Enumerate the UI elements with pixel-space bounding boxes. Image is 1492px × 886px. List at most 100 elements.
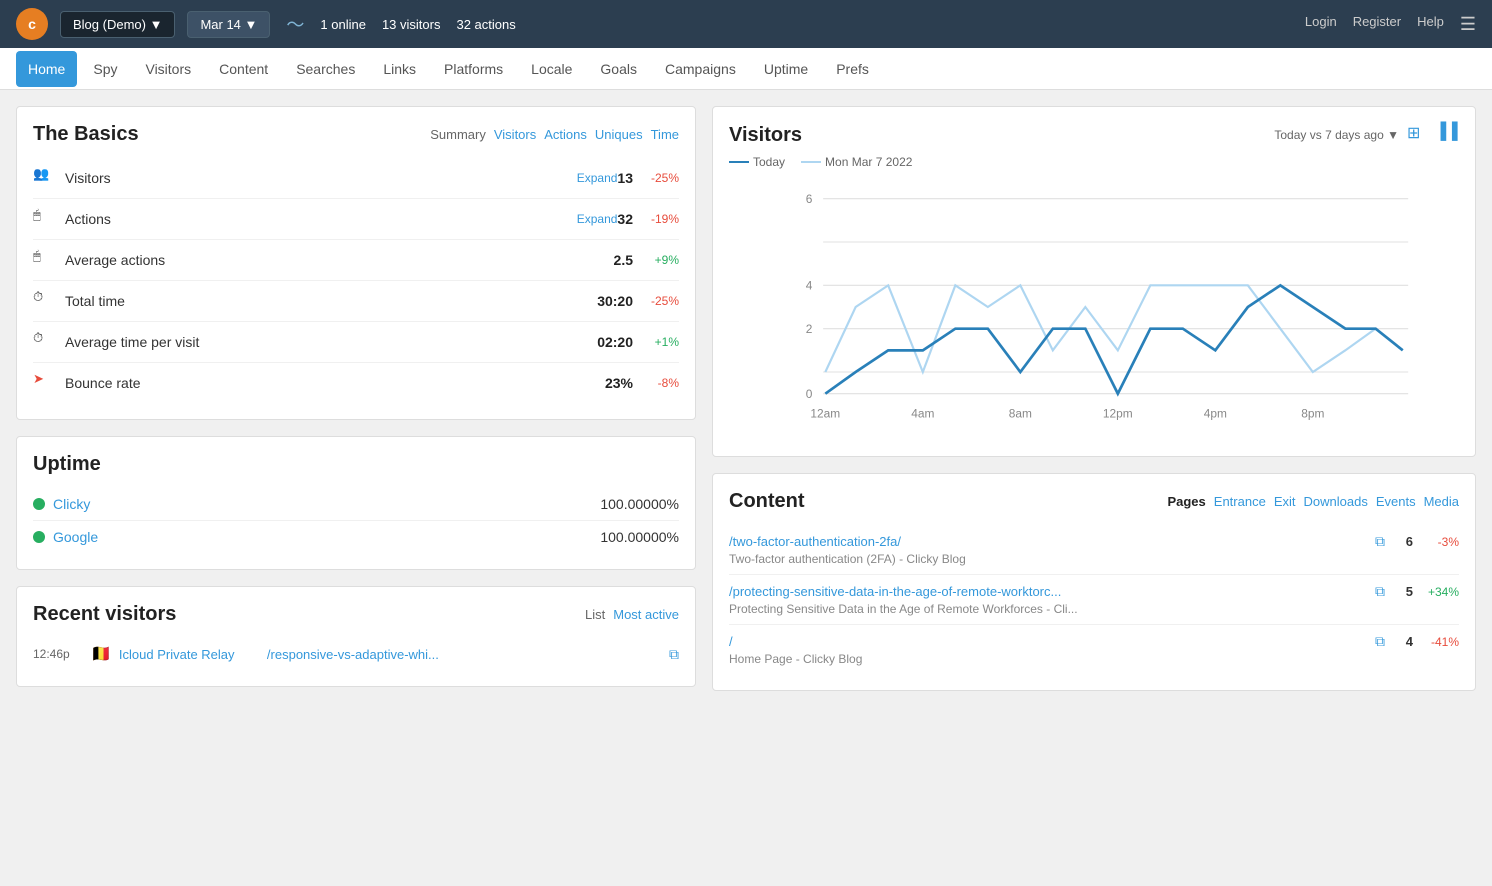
nav-campaigns[interactable]: Campaigns (653, 51, 748, 87)
uptime-panel: Uptime Clicky 100.00000% Google 100.0000… (16, 436, 696, 570)
content-tab-events[interactable]: Events (1376, 494, 1416, 509)
content-change-1: -3% (1421, 535, 1459, 549)
visitors-chart-panel: Visitors Today vs 7 days ago ▼ ⊞ ▐▐ Toda… (712, 106, 1476, 457)
visitors-value: 13 (617, 170, 633, 186)
content-item-2: /protecting-sensitive-data-in-the-age-of… (729, 575, 1459, 625)
nav-visitors[interactable]: Visitors (133, 51, 203, 87)
register-link[interactable]: Register (1353, 14, 1401, 35)
bounce-change: -8% (641, 376, 679, 390)
left-column: The Basics Summary Visitors Actions Uniq… (16, 106, 696, 691)
bounce-label: Bounce rate (65, 375, 605, 391)
content-tab-entrance[interactable]: Entrance (1214, 494, 1266, 509)
online-count: 1 online (320, 17, 366, 32)
avg-actions-change: +9% (641, 253, 679, 267)
nav-home[interactable]: Home (16, 51, 77, 87)
svg-text:12pm: 12pm (1103, 407, 1133, 421)
uptime-title: Uptime (33, 453, 679, 476)
nav-goals[interactable]: Goals (588, 51, 649, 87)
actions-expand[interactable]: Expand (577, 212, 618, 226)
visitors-icon: 👥 (33, 166, 57, 190)
live-stats: 1 online 13 visitors 32 actions (320, 17, 515, 32)
content-tab-downloads[interactable]: Downloads (1304, 494, 1368, 509)
logo-button[interactable]: c (16, 8, 48, 40)
time-tab-link[interactable]: Time (651, 127, 679, 142)
visitors-expand[interactable]: Expand (577, 171, 618, 185)
top-nav-right: Login Register Help ☰ (1305, 14, 1476, 35)
visitors-label: Visitors (65, 170, 571, 186)
content-link-1[interactable]: /two-factor-authentication-2fa/ (729, 534, 1367, 549)
hamburger-menu-icon[interactable]: ☰ (1460, 14, 1476, 35)
content-link-2[interactable]: /protecting-sensitive-data-in-the-age-of… (729, 584, 1367, 599)
content-tab-pages[interactable]: Pages (1167, 494, 1205, 509)
summary-label: Summary (430, 127, 486, 142)
metric-avg-time: ⏱ Average time per visit 02:20 +1% (33, 322, 679, 363)
content-change-3: -41% (1421, 635, 1459, 649)
nav-searches[interactable]: Searches (284, 51, 367, 87)
metric-actions: 🖱 Actions Expand 32 -19% (33, 199, 679, 240)
content-tabs: Pages Entrance Exit Downloads Events Med… (1167, 494, 1459, 509)
line-chart-icon[interactable]: ⊞ (1407, 123, 1431, 147)
sub-navigation: Home Spy Visitors Content Searches Links… (0, 48, 1492, 90)
legend-today: Today (729, 155, 785, 169)
visitor-name[interactable]: Icloud Private Relay (119, 647, 259, 662)
actions-value: 32 (617, 211, 633, 227)
nav-content[interactable]: Content (207, 51, 280, 87)
clicky-uptime: 100.00000% (600, 496, 679, 512)
bounce-icon: ➤ (33, 371, 57, 395)
google-label[interactable]: Google (53, 529, 600, 545)
content-desc-2: Protecting Sensitive Data in the Age of … (729, 602, 1459, 616)
clicky-label[interactable]: Clicky (53, 496, 600, 512)
chart-toggle-icon[interactable]: 〜 (282, 7, 308, 41)
basics-panel: The Basics Summary Visitors Actions Uniq… (16, 106, 696, 420)
compare-selector[interactable]: Today vs 7 days ago ▼ (1274, 128, 1399, 142)
recent-title: Recent visitors (33, 603, 176, 626)
content-row-2: /protecting-sensitive-data-in-the-age-of… (729, 583, 1459, 600)
content-link-3[interactable]: / (729, 634, 1367, 649)
actions-tab-link[interactable]: Actions (544, 127, 587, 142)
visitors-tab-link[interactable]: Visitors (494, 127, 536, 142)
total-time-icon: ⏱ (33, 289, 57, 313)
content-tab-media[interactable]: Media (1424, 494, 1459, 509)
google-uptime: 100.00000% (600, 529, 679, 545)
content-icon-1: ⧉ (1375, 533, 1385, 550)
avg-actions-label: Average actions (65, 252, 614, 268)
nav-locale[interactable]: Locale (519, 51, 584, 87)
site-selector[interactable]: Blog (Demo) ▼ (60, 11, 175, 38)
actions-icon: 🖱 (33, 207, 57, 231)
total-time-change: -25% (641, 294, 679, 308)
svg-text:12am: 12am (810, 407, 840, 421)
visitor-page-icon: ⧉ (669, 646, 679, 663)
bar-chart-icon[interactable]: ▐▐ (1435, 123, 1459, 147)
nav-links[interactable]: Links (371, 51, 428, 87)
nav-spy[interactable]: Spy (81, 51, 129, 87)
uniques-tab-link[interactable]: Uniques (595, 127, 643, 142)
actions-count: 32 actions (456, 17, 515, 32)
visitor-flag: 🇧🇪 (91, 644, 111, 664)
legend-today-label: Today (753, 155, 785, 169)
date-selector[interactable]: Mar 14 ▼ (187, 11, 270, 38)
legend-prev: Mon Mar 7 2022 (801, 155, 912, 169)
avg-actions-value: 2.5 (614, 252, 633, 268)
content-item-3: / ⧉ 4 -41% Home Page - Clicky Blog (729, 625, 1459, 674)
list-label[interactable]: List (585, 607, 605, 622)
content-header: Content Pages Entrance Exit Downloads Ev… (729, 490, 1459, 513)
most-active-label[interactable]: Most active (613, 607, 679, 622)
avg-time-icon: ⏱ (33, 330, 57, 354)
svg-text:4am: 4am (911, 407, 934, 421)
chart-legend: Today Mon Mar 7 2022 (729, 155, 1459, 169)
nav-uptime[interactable]: Uptime (752, 51, 820, 87)
content-tab-exit[interactable]: Exit (1274, 494, 1296, 509)
visitor-page-link[interactable]: /responsive-vs-adaptive-whi... (267, 647, 661, 662)
nav-prefs[interactable]: Prefs (824, 51, 881, 87)
nav-platforms[interactable]: Platforms (432, 51, 515, 87)
help-link[interactable]: Help (1417, 14, 1444, 35)
svg-text:2: 2 (806, 322, 813, 336)
avg-time-label: Average time per visit (65, 334, 597, 350)
uptime-clicky: Clicky 100.00000% (33, 488, 679, 521)
login-link[interactable]: Login (1305, 14, 1337, 35)
content-icon-3: ⧉ (1375, 633, 1385, 650)
recent-links: List Most active (585, 607, 679, 622)
metric-total-time: ⏱ Total time 30:20 -25% (33, 281, 679, 322)
visitors-count: 13 visitors (382, 17, 441, 32)
content-row-3: / ⧉ 4 -41% (729, 633, 1459, 650)
